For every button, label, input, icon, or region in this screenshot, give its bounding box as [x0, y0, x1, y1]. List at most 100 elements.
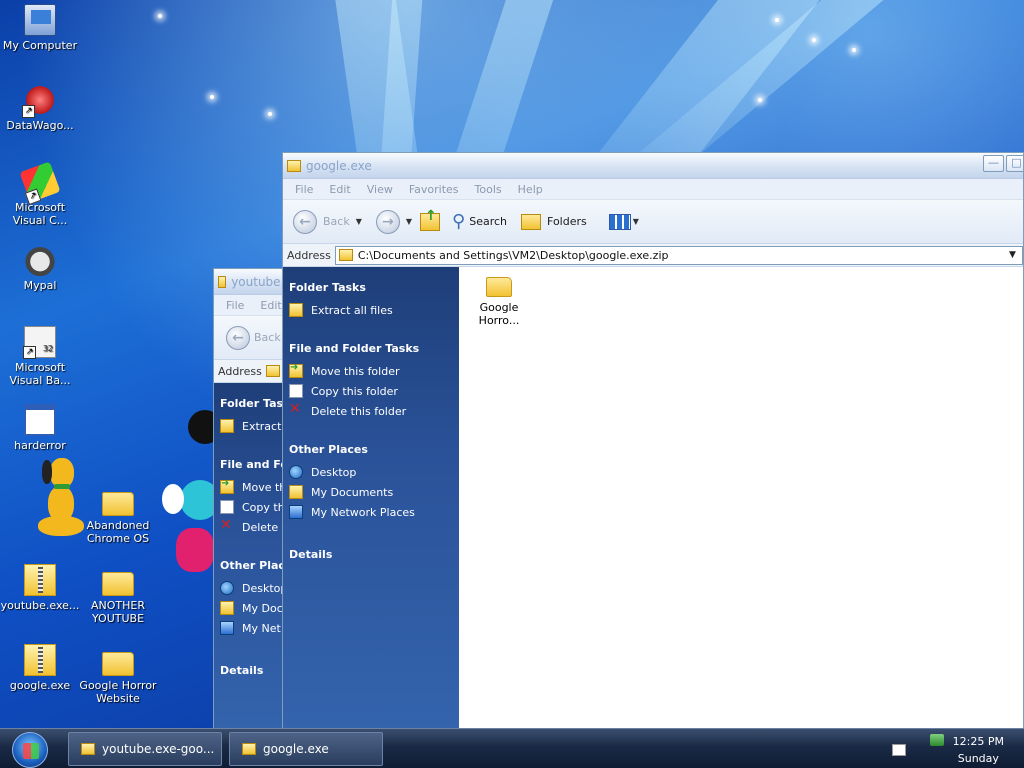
place-my-documents[interactable]: My Documents [283, 482, 459, 502]
task-label: Delete t [242, 520, 286, 534]
zip-folder-icon [24, 644, 56, 676]
chevron-down-icon[interactable]: ▼ [633, 217, 639, 226]
window-icon [24, 404, 56, 436]
menu-bar: File Edit View Favorites Tools Help [283, 179, 1023, 200]
details-heading[interactable]: Details [283, 522, 459, 567]
minimize-button[interactable]: — [983, 155, 1004, 172]
search-icon: ⚲ [452, 211, 466, 232]
menu-tools[interactable]: Tools [467, 183, 510, 196]
chevron-down-icon[interactable]: ▼ [1005, 248, 1020, 263]
computer-icon [24, 4, 56, 36]
desktop-icon-mypal[interactable]: Mypal [0, 244, 80, 292]
copy-icon [220, 500, 234, 514]
place-label: My Network Places [311, 505, 415, 519]
menu-bar: File Edit [214, 295, 292, 316]
back-arrow-icon: ← [226, 325, 250, 350]
task-delete-folder[interactable]: Delete this folder [283, 401, 459, 421]
zip-folder-icon [287, 159, 301, 172]
desktop-icon-label: harderror [14, 439, 66, 452]
clock[interactable]: 12:25 PM Sunday [953, 733, 1004, 767]
window-title: google.exe [306, 158, 372, 173]
move-icon [220, 478, 234, 494]
desktop-icon-label: ANOTHER YOUTUBE [91, 599, 145, 625]
back-arrow-icon: ← [293, 209, 317, 234]
desktop-icon-another-youtube[interactable]: ANOTHER YOUTUBE [78, 564, 158, 625]
desktop-icon-label: My Computer [2, 39, 78, 52]
desktop-icon-datawago[interactable]: DataWago... [0, 84, 80, 132]
task-label: Move th [242, 480, 287, 494]
sparkle [812, 38, 816, 42]
views-button[interactable]: ▼ [608, 213, 639, 230]
views-icon [608, 213, 631, 230]
start-button[interactable] [12, 732, 48, 768]
task-move-folder[interactable]: Move this folder [283, 361, 459, 381]
place-label: Desktop [311, 465, 357, 479]
zip-folder-icon [265, 365, 280, 377]
menu-file[interactable]: File [287, 183, 321, 196]
task-copy-folder[interactable]: Copy this folder [283, 381, 459, 401]
network-tray-icon[interactable] [930, 734, 944, 746]
menu-view[interactable]: View [359, 183, 401, 196]
task-pane: Folder Tasks Extract all files File and … [283, 267, 459, 729]
zip-folder-icon [24, 564, 56, 596]
desktop-icon-harderror[interactable]: harderror [0, 404, 80, 452]
my-documents-icon [220, 601, 234, 615]
desktop-icon-google-horror-website[interactable]: Google Horror Website [78, 644, 158, 705]
up-folder-button[interactable]: ↑ [420, 208, 441, 231]
desktop-icon-google-exe[interactable]: google.exe [0, 644, 80, 692]
other-places-heading[interactable]: Other Places [283, 421, 459, 462]
task-label: Copy this folder [311, 384, 398, 398]
task-label: Move this folder [311, 364, 400, 378]
back-button[interactable]: ← Back [226, 325, 281, 350]
desktop-icon-visual-c[interactable]: Microsoft Visual C... [0, 161, 80, 227]
explorer-window-youtube[interactable]: youtube... File Edit ← Back Address Fold… [213, 268, 293, 730]
place-label: My Documents [311, 485, 394, 499]
menu-file[interactable]: File [218, 299, 252, 312]
datawago-icon [22, 84, 56, 118]
extract-icon [220, 419, 234, 433]
task-extract-all-files[interactable]: Extract all files [283, 300, 459, 320]
explorer-window-google[interactable]: google.exe — □ File Edit View Favorites … [282, 152, 1024, 730]
keyboard-tray-icon[interactable] [892, 744, 906, 756]
delete-icon [289, 401, 303, 418]
address-value: C:\Documents and Settings\VM2\Desktop\go… [357, 248, 669, 262]
search-button[interactable]: ⚲ Search [452, 211, 507, 232]
back-label: Back [323, 215, 350, 228]
desktop-icon-abandoned-chrome-os[interactable]: Abandoned Chrome OS [78, 484, 158, 545]
file-item-google-horror[interactable]: Google Horro... [469, 277, 529, 327]
place-label: My Net [242, 621, 281, 635]
extract-icon [289, 303, 303, 317]
desktop-icon [289, 465, 303, 479]
desktop-icon-youtube-exe[interactable]: youtube.exe... [0, 564, 80, 612]
task-label: Delete this folder [311, 404, 407, 418]
sparkle [268, 112, 272, 116]
chevron-down-icon[interactable]: ▼ [356, 217, 362, 226]
chevron-down-icon[interactable]: ▼ [406, 217, 412, 226]
desktop-icon-visual-basic[interactable]: Microsoft Visual Ba... [0, 326, 80, 387]
file-tasks-heading[interactable]: File and Folder Tasks [283, 320, 459, 361]
folders-button[interactable]: Folders [521, 213, 587, 230]
maximize-button[interactable]: □ [1006, 155, 1023, 172]
place-my-network-places[interactable]: My Network Places [283, 502, 459, 522]
folder-icon [102, 492, 134, 516]
folder-icon [102, 652, 134, 676]
menu-help[interactable]: Help [510, 183, 551, 196]
menu-edit[interactable]: Edit [321, 183, 358, 196]
desktop-icon-my-computer[interactable]: My Computer [0, 4, 80, 52]
taskbar-button-google[interactable]: google.exe [229, 732, 383, 766]
forward-button[interactable]: → ▼ [375, 209, 412, 234]
search-label: Search [469, 215, 508, 228]
window-title-bar[interactable]: google.exe — □ [283, 153, 1023, 179]
folder-tasks-heading[interactable]: Folder Tasks [283, 267, 459, 300]
zip-folder-icon [338, 249, 353, 261]
back-button[interactable]: ← Back ▼ [293, 209, 362, 234]
place-desktop[interactable]: Desktop [283, 462, 459, 482]
file-list-pane[interactable]: Google Horro... [459, 267, 1023, 729]
place-label: My Doc [242, 601, 283, 615]
my-documents-icon [289, 485, 303, 499]
address-input[interactable]: C:\Documents and Settings\VM2\Desktop\go… [334, 245, 1023, 265]
place-label: Desktop [242, 581, 288, 595]
menu-favorites[interactable]: Favorites [401, 183, 467, 196]
taskbar-button-youtube[interactable]: youtube.exe-goo... [68, 732, 222, 766]
window-title-bar[interactable]: youtube... [214, 269, 292, 295]
